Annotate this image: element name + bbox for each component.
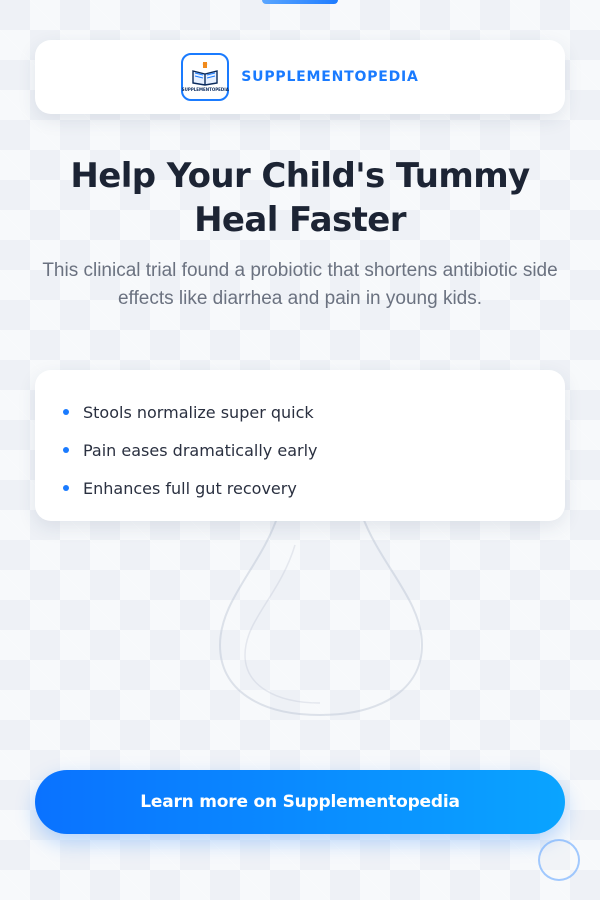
- open-book-icon: [192, 62, 218, 86]
- brand-logo[interactable]: SUPPLEMENTOPEDIA: [181, 53, 230, 101]
- benefits-card: Stools normalize super quick Pain eases …: [35, 370, 565, 521]
- bullet-dot-icon: [63, 409, 69, 415]
- page-subtext: This clinical trial found a probiotic th…: [42, 260, 558, 309]
- brand-header: SUPPLEMENTOPEDIA SUPPLEMENTOPEDIA: [35, 40, 565, 114]
- logo-wordmark: SUPPLEMENTOPEDIA: [181, 87, 229, 92]
- learn-more-label: Learn more on Supplementopedia: [140, 792, 460, 812]
- benefit-item: Pain eases dramatically early: [63, 431, 565, 469]
- top-accent-bar: [262, 0, 338, 4]
- benefit-item: Enhances full gut recovery: [63, 469, 565, 507]
- bullet-dot-icon: [63, 447, 69, 453]
- brand-name[interactable]: SUPPLEMENTOPEDIA: [241, 69, 418, 85]
- bottle-illustration: [218, 514, 424, 717]
- learn-more-button[interactable]: Learn more on Supplementopedia: [35, 770, 565, 834]
- benefit-text: Enhances full gut recovery: [83, 478, 297, 498]
- scroll-indicator-icon[interactable]: [538, 839, 580, 881]
- page-headline: Help Your Child's Tummy Heal Faster: [70, 156, 530, 240]
- benefit-text: Pain eases dramatically early: [83, 440, 318, 460]
- benefit-item: Stools normalize super quick: [63, 393, 565, 431]
- benefit-text: Stools normalize super quick: [83, 402, 314, 422]
- bullet-dot-icon: [63, 485, 69, 491]
